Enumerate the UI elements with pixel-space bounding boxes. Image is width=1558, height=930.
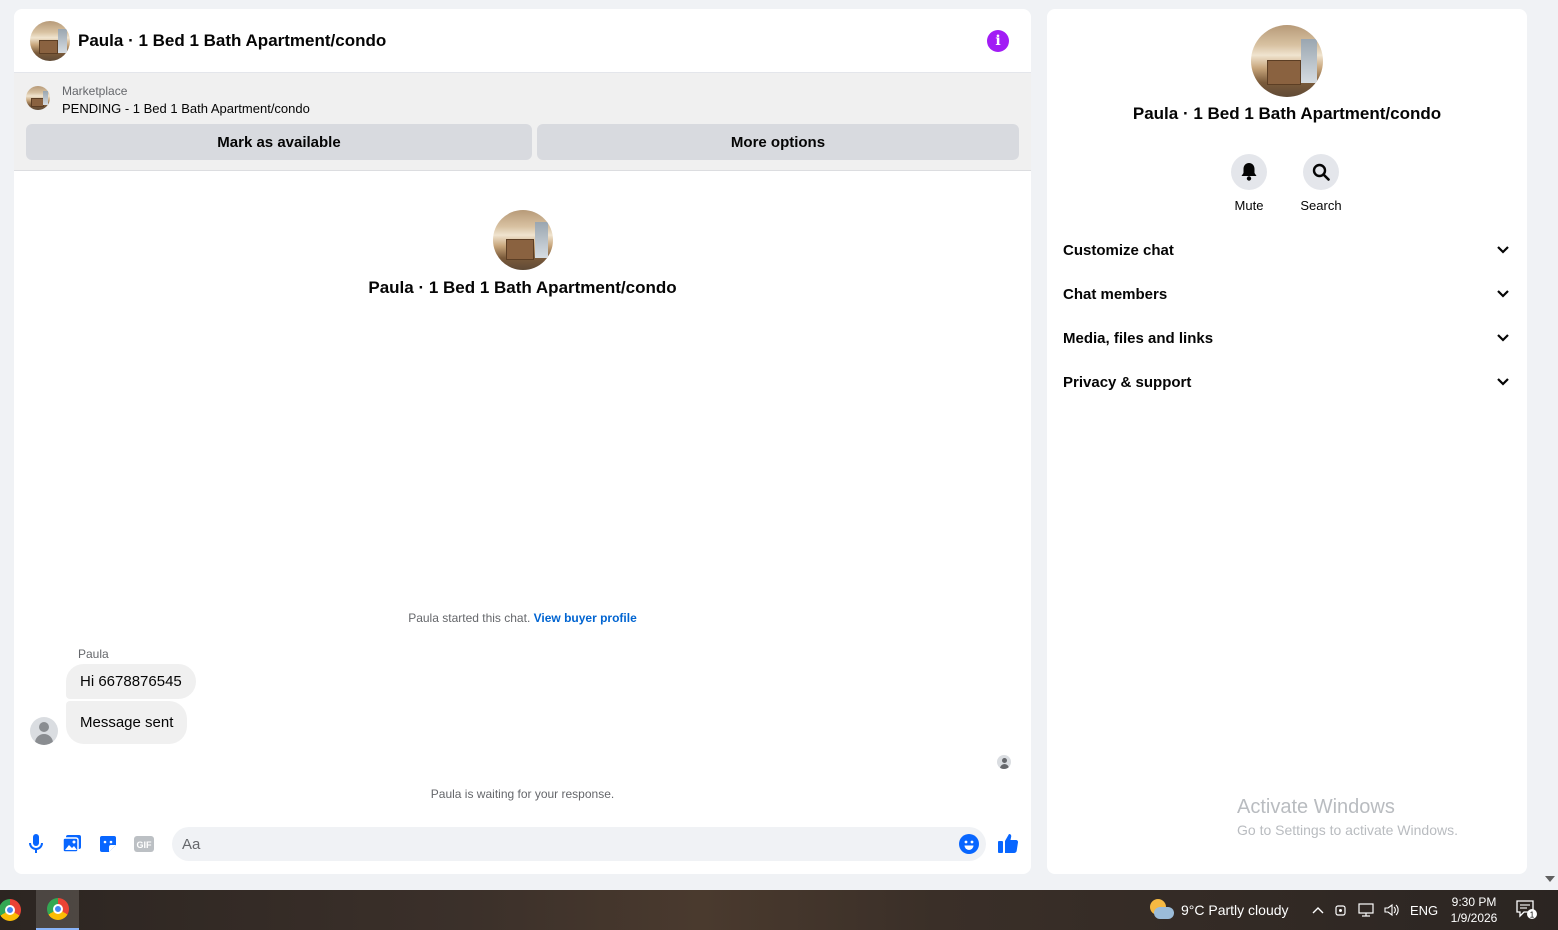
conversation-intro: Paula · 1 Bed 1 Bath Apartment/condo bbox=[14, 210, 1031, 298]
section-customize-chat[interactable]: Customize chat bbox=[1063, 228, 1513, 272]
taskbar: 9°C Partly cloudy ENG 9:30 PM 1/9/2026 1 bbox=[0, 890, 1558, 930]
chat-details-panel: Paula · 1 Bed 1 Bath Apartment/condo Mut… bbox=[1047, 9, 1527, 874]
chevron-down-icon bbox=[1497, 378, 1509, 386]
mark-as-available-button[interactable]: Mark as available bbox=[26, 124, 532, 160]
notification-icon: 1 bbox=[1516, 900, 1537, 920]
clock-time: 9:30 PM bbox=[1451, 895, 1497, 909]
more-options-button[interactable]: More options bbox=[537, 124, 1019, 160]
view-buyer-profile-link[interactable]: View buyer profile bbox=[534, 611, 637, 625]
section-privacy-support[interactable]: Privacy & support bbox=[1063, 360, 1513, 404]
listing-status: PENDING - 1 Bed 1 Bath Apartment/condo bbox=[62, 101, 310, 116]
meet-now-icon[interactable] bbox=[1334, 903, 1348, 917]
activate-windows-watermark: Activate Windows Go to Settings to activ… bbox=[1237, 796, 1458, 838]
volume-icon[interactable] bbox=[1384, 903, 1400, 917]
search-label: Search bbox=[1300, 198, 1342, 213]
sticker-icon[interactable] bbox=[98, 834, 118, 854]
chrome-icon bbox=[46, 898, 69, 920]
chevron-down-icon bbox=[1497, 246, 1509, 254]
seen-indicator-icon bbox=[997, 755, 1011, 769]
microphone-icon[interactable] bbox=[26, 834, 46, 854]
message-input[interactable] bbox=[172, 827, 986, 861]
chevron-down-icon bbox=[1497, 290, 1509, 298]
sender-avatar[interactable] bbox=[30, 717, 58, 745]
watermark-title: Activate Windows bbox=[1237, 796, 1395, 818]
mute-button[interactable]: Mute bbox=[1219, 154, 1279, 213]
notifications-button[interactable]: 1 bbox=[1516, 900, 1538, 925]
listing-info[interactable]: Marketplace PENDING - 1 Bed 1 Bath Apart… bbox=[26, 83, 1019, 123]
search-icon[interactable] bbox=[1303, 154, 1339, 190]
intro-avatar[interactable] bbox=[492, 210, 553, 270]
taskbar-chrome-app[interactable] bbox=[0, 890, 30, 930]
watermark-subtitle: Go to Settings to activate Windows. bbox=[1237, 822, 1458, 838]
listing-thumbnail[interactable] bbox=[26, 86, 50, 110]
clock-date: 1/9/2026 bbox=[1450, 911, 1498, 925]
gif-icon[interactable]: GIF bbox=[134, 834, 154, 854]
chrome-icon bbox=[0, 899, 21, 921]
system-tray: ENG bbox=[1312, 890, 1438, 930]
chat-panel: Paula · 1 Bed 1 Bath Apartment/condo i M… bbox=[14, 9, 1031, 874]
message-bubble[interactable]: Hi 6678876545 bbox=[66, 664, 196, 699]
waiting-notice: Paula is waiting for your response. bbox=[430, 787, 615, 801]
details-name: Paula · 1 Bed 1 Bath Apartment/condo bbox=[1132, 104, 1442, 123]
svg-text:1: 1 bbox=[1530, 911, 1535, 920]
chat-header: Paula · 1 Bed 1 Bath Apartment/condo i bbox=[14, 9, 1031, 73]
marketplace-label: Marketplace bbox=[62, 84, 128, 98]
svg-text:GIF: GIF bbox=[137, 840, 153, 850]
chat-title[interactable]: Paula · 1 Bed 1 Bath Apartment/condo bbox=[78, 31, 386, 51]
message-composer: GIF bbox=[14, 826, 1031, 862]
weather-text: 9°C Partly cloudy bbox=[1181, 902, 1289, 918]
chat-avatar[interactable] bbox=[30, 20, 70, 61]
weather-widget[interactable]: 9°C Partly cloudy bbox=[1148, 890, 1289, 930]
thumbs-up-icon[interactable] bbox=[997, 832, 1019, 859]
scrollbar-down-arrow[interactable] bbox=[1545, 876, 1555, 882]
partly-cloudy-icon bbox=[1148, 899, 1174, 921]
mute-label: Mute bbox=[1234, 198, 1264, 213]
language-indicator[interactable]: ENG bbox=[1410, 903, 1438, 918]
section-media-files-links[interactable]: Media, files and links bbox=[1063, 316, 1513, 360]
message-bubble[interactable]: Message sent bbox=[66, 701, 188, 744]
section-label: Chat members bbox=[1063, 285, 1168, 303]
clock[interactable]: 9:30 PM 1/9/2026 bbox=[1445, 894, 1503, 926]
section-label: Privacy & support bbox=[1063, 373, 1192, 391]
info-icon[interactable]: i bbox=[987, 29, 1009, 52]
details-avatar[interactable] bbox=[1251, 25, 1323, 97]
chat-started-notice: Paula started this chat. View buyer prof… bbox=[14, 611, 1031, 625]
marketplace-banner: Marketplace PENDING - 1 Bed 1 Bath Apart… bbox=[14, 73, 1031, 171]
taskbar-chrome-app-active[interactable] bbox=[36, 890, 79, 930]
network-icon[interactable] bbox=[1358, 903, 1374, 917]
sender-name: Paula bbox=[78, 647, 109, 661]
chevron-up-icon[interactable] bbox=[1312, 906, 1324, 914]
section-label: Customize chat bbox=[1063, 241, 1174, 259]
chevron-down-icon bbox=[1497, 334, 1509, 342]
section-chat-members[interactable]: Chat members bbox=[1063, 272, 1513, 316]
section-label: Media, files and links bbox=[1063, 329, 1214, 347]
search-button[interactable]: Search bbox=[1291, 154, 1351, 213]
intro-name: Paula · 1 Bed 1 Bath Apartment/condo bbox=[368, 278, 677, 297]
bell-icon[interactable] bbox=[1231, 154, 1267, 190]
chat-started-text: Paula started this chat. bbox=[408, 611, 531, 625]
emoji-icon[interactable] bbox=[959, 834, 979, 854]
photo-icon[interactable] bbox=[62, 834, 82, 854]
